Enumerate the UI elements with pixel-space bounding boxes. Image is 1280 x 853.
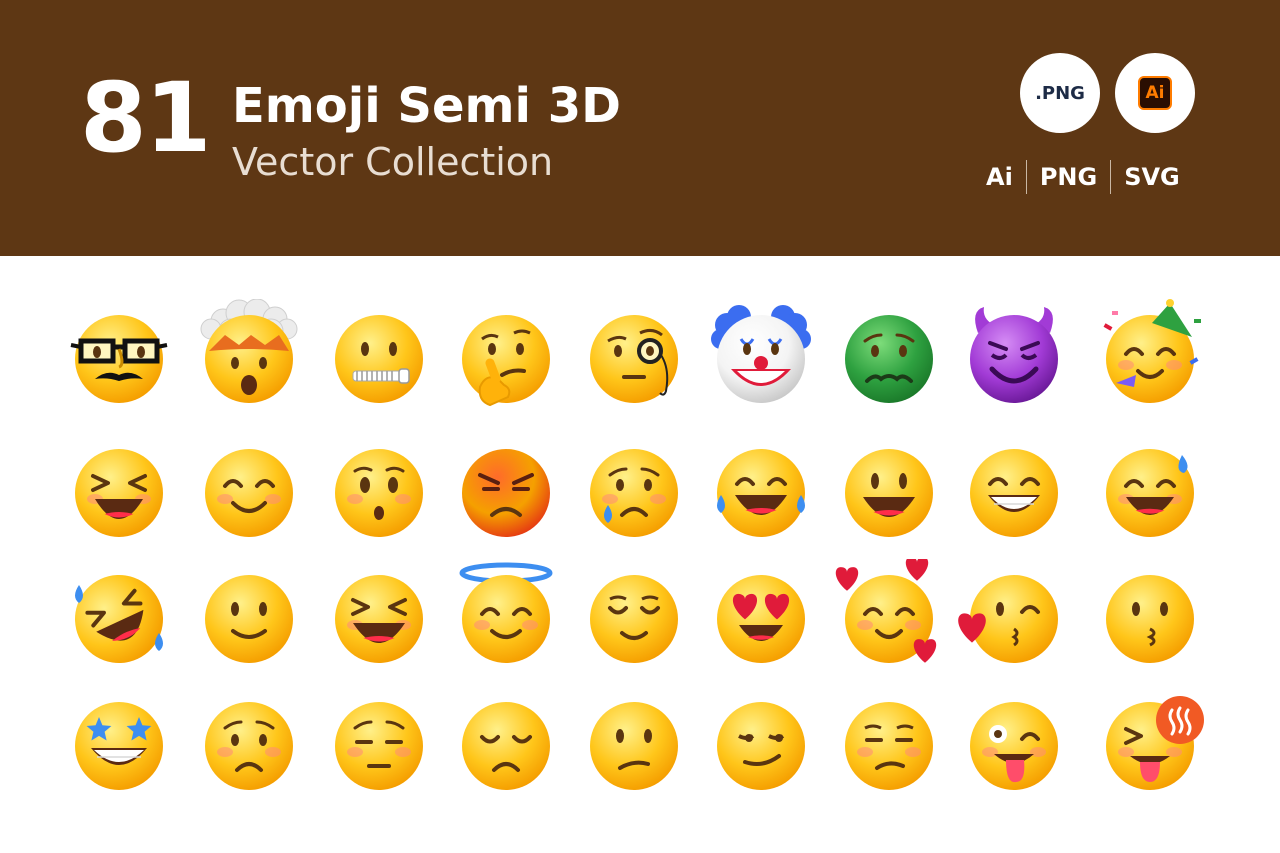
format-list: Ai PNG SVG [986,160,1193,194]
png-badge-label: .PNG [1035,82,1085,104]
squinting-laughing-face-icon [59,433,179,553]
laughing-face-icon [319,559,439,679]
unamused-face-icon [829,686,949,806]
format-png: PNG [1039,163,1098,191]
relieved-face-icon [574,559,694,679]
thinking-face-icon [446,299,566,419]
grinning-face-icon [829,433,949,553]
png-badge: .PNG [1020,53,1100,133]
hushed-face-icon [319,433,439,553]
blowing-kiss-face-icon [954,559,1074,679]
angry-face-icon [446,433,566,553]
beaming-face-icon [954,433,1074,553]
illustrator-icon: Ai [1138,76,1172,110]
halo-face-icon [446,559,566,679]
nauseated-face-icon [829,299,949,419]
ai-badge-label: Ai [1145,83,1165,103]
smiling-face-icon [189,433,309,553]
ai-badge: Ai [1115,53,1195,133]
smirking-face-icon [701,686,821,806]
grinning-sweat-face-icon [1090,433,1210,553]
format-svg: SVG [1124,163,1180,191]
emoji-count: 81 [80,62,212,174]
header-banner: 81 Emoji Semi 3D Vector Collection .PNG … [0,0,1280,256]
crying-face-icon [574,433,694,553]
star-struck-face-icon [59,686,179,806]
emoji-grid [0,256,1280,853]
pensive-face-icon [319,686,439,806]
monocle-face-icon [574,299,694,419]
smiling-hearts-face-icon [829,557,949,679]
zipper-mouth-face-icon [319,299,439,419]
disguised-face-icon [59,299,179,419]
kissing-face-icon [1090,559,1210,679]
tongue-wink-face-icon [1090,686,1210,806]
smiling-devil-icon [954,299,1074,419]
worried-face-icon [189,686,309,806]
format-ai: Ai [986,163,1013,191]
rolling-laughing-face-icon [59,559,179,679]
heart-eyes-face-icon [701,559,821,679]
confused-face-icon [574,686,694,806]
exploding-head-icon [189,298,309,419]
clown-face-icon [701,299,821,419]
tears-of-joy-face-icon [701,433,821,553]
disappointed-face-icon [446,686,566,806]
slightly-smiling-face-icon [189,559,309,679]
zany-face-icon [954,686,1074,806]
partying-face-icon [1090,299,1210,419]
collection-subtitle: Vector Collection [232,140,554,184]
collection-title: Emoji Semi 3D [232,78,621,134]
